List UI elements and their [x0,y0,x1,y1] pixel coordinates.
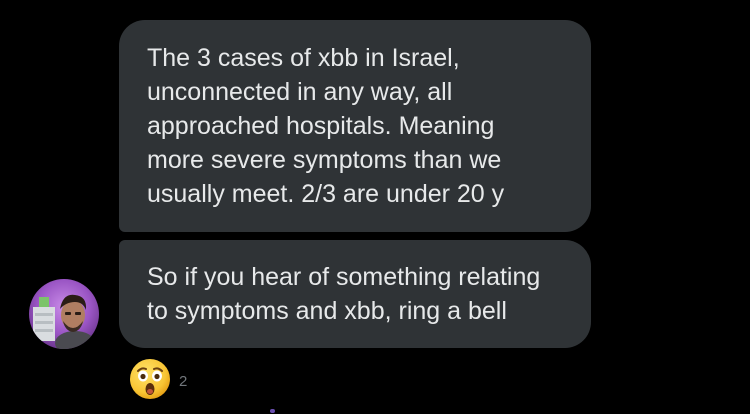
message-line: So if you hear of something relating [147,263,541,291]
message-line: The 3 cases of xbb in Israel, [147,44,460,72]
astonished-face-icon [130,359,170,399]
sender-avatar[interactable] [29,279,99,349]
message-bubble[interactable]: So if you hear of something relating to … [119,240,591,348]
scroll-indicator [270,409,275,413]
reaction-count: 2 [179,372,188,390]
avatar-image [29,279,99,349]
message-line: more severe symptoms than we [147,146,502,174]
message-line: to symptoms and xbb, ring a bell [147,297,507,325]
message-line: unconnected in any way, all [147,78,453,106]
message-bubble[interactable]: The 3 cases of xbb in Israel, unconnecte… [119,20,591,232]
message-line: approached hospitals. Meaning [147,112,495,140]
message-reaction[interactable]: 2 [129,358,187,400]
message-line: usually meet. 2/3 are under 20 y [147,180,505,208]
